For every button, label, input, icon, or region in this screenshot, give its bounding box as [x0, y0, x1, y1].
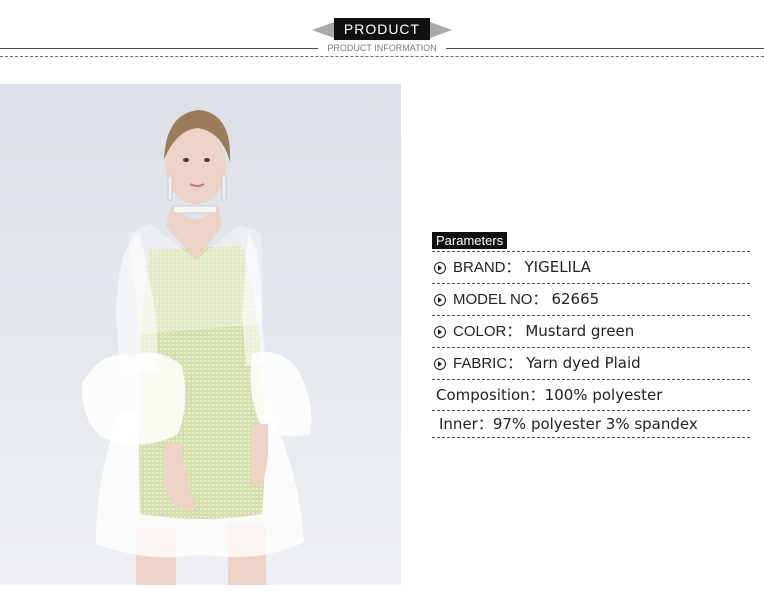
param-label: FABRIC： [453, 355, 523, 372]
param-row-fabric: FABRIC： Yarn dyed Plaid [432, 348, 750, 380]
arrow-circle-icon [434, 326, 446, 338]
title-ribbon: PRODUCT [312, 17, 452, 43]
param-label: BRAND： [453, 259, 521, 276]
param-row-brand: BRAND： YIGELILA [432, 252, 750, 284]
header-dashed-rule [0, 56, 764, 57]
product-photo [0, 84, 401, 585]
section-title: PRODUCT [334, 18, 430, 40]
section-header: PRODUCT PRODUCT INFORMATION [0, 0, 764, 70]
param-row-color: COLOR： Mustard green [432, 316, 750, 348]
ruffle-cuff-left [81, 352, 186, 445]
param-value: 62665 [551, 290, 600, 308]
ribbon-right-wing-icon [430, 22, 452, 38]
section-subtitle: PRODUCT INFORMATION [318, 42, 446, 54]
arrow-circle-icon [434, 358, 446, 370]
param-value: YIGELILA [524, 258, 591, 276]
ribbon-left-wing-icon [312, 22, 334, 38]
parameters-heading: Parameters [432, 232, 508, 249]
choker [172, 205, 218, 214]
param-label: MODEL NO： [453, 291, 548, 308]
parameters-header-row: Parameters [432, 230, 750, 252]
param-row-model: MODEL NO： 62665 [432, 284, 750, 316]
arrow-circle-icon [434, 294, 446, 306]
param-value: Mustard green [525, 322, 635, 340]
arrow-circle-icon [434, 262, 446, 274]
param-label: COLOR： [453, 323, 522, 340]
model-illustration [81, 110, 312, 585]
parameters-table: Parameters BRAND： YIGELILA MODEL NO： 62665… [432, 230, 750, 438]
param-value: Yarn dyed Plaid [526, 354, 641, 372]
param-row-inner: Inner：97% polyester 3% spandex [432, 411, 750, 438]
param-row-composition: Composition：100% polyester [432, 380, 750, 411]
